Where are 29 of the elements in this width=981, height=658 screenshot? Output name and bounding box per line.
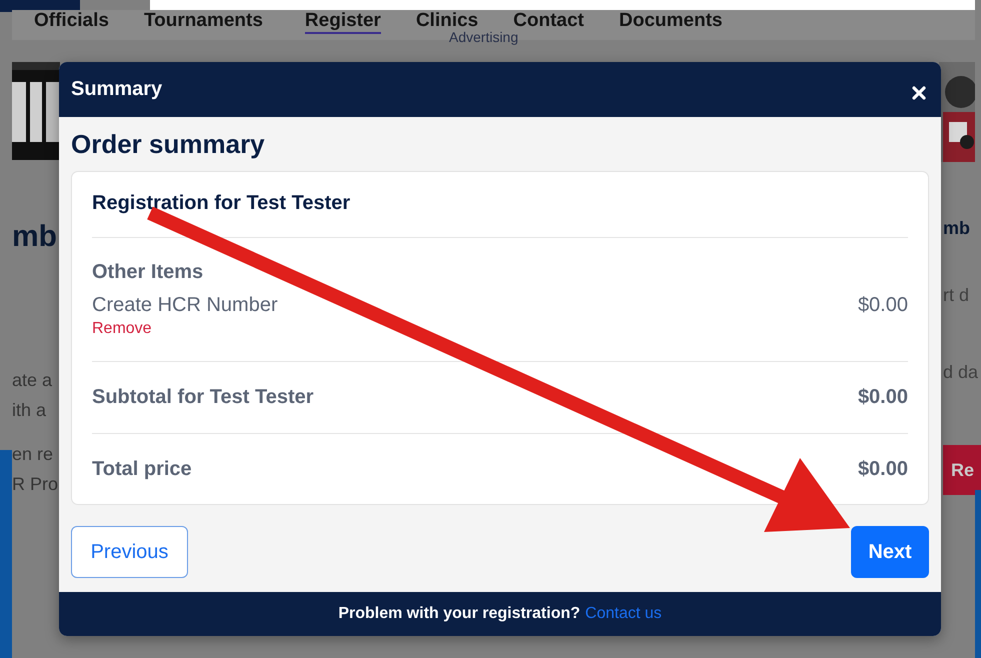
subtotal-amount: $0.00 [858,386,908,409]
nav-link[interactable]: Documents [619,10,722,34]
nav-link[interactable]: Officials [34,10,109,34]
remove-link[interactable]: Remove [92,320,278,338]
close-icon[interactable] [911,84,927,100]
subtotal-label: Subtotal for Test Tester [92,386,314,409]
contact-link[interactable]: Contact us [585,605,662,623]
page-text: en re [12,444,54,466]
total-amount: $0.00 [858,458,908,481]
page-text: R Pro [12,474,58,496]
page-heading: mb [12,220,57,254]
page-text: d da [943,362,978,383]
page-text: ate a [12,370,54,392]
footer-text: Problem with your registration? [338,605,580,623]
page-text: rt d [943,285,970,306]
order-heading: Order summary [71,129,266,161]
modal-title: Summary [71,78,162,101]
nav-link[interactable]: Tournaments [144,10,263,34]
item-name: Create HCR Number [92,294,278,317]
next-button[interactable]: Next [851,526,929,578]
section-label: Other Items [92,261,204,284]
registration-title: Registration for Test Tester [92,192,350,215]
page-heading: mb [943,218,970,239]
nav-link[interactable]: Register [304,10,381,34]
total-label: Total price [92,458,192,481]
page-button[interactable]: Re [943,445,981,495]
item-price: $0.00 [858,294,908,318]
page-text: ith a [12,400,48,422]
previous-button[interactable]: Previous [71,526,188,578]
